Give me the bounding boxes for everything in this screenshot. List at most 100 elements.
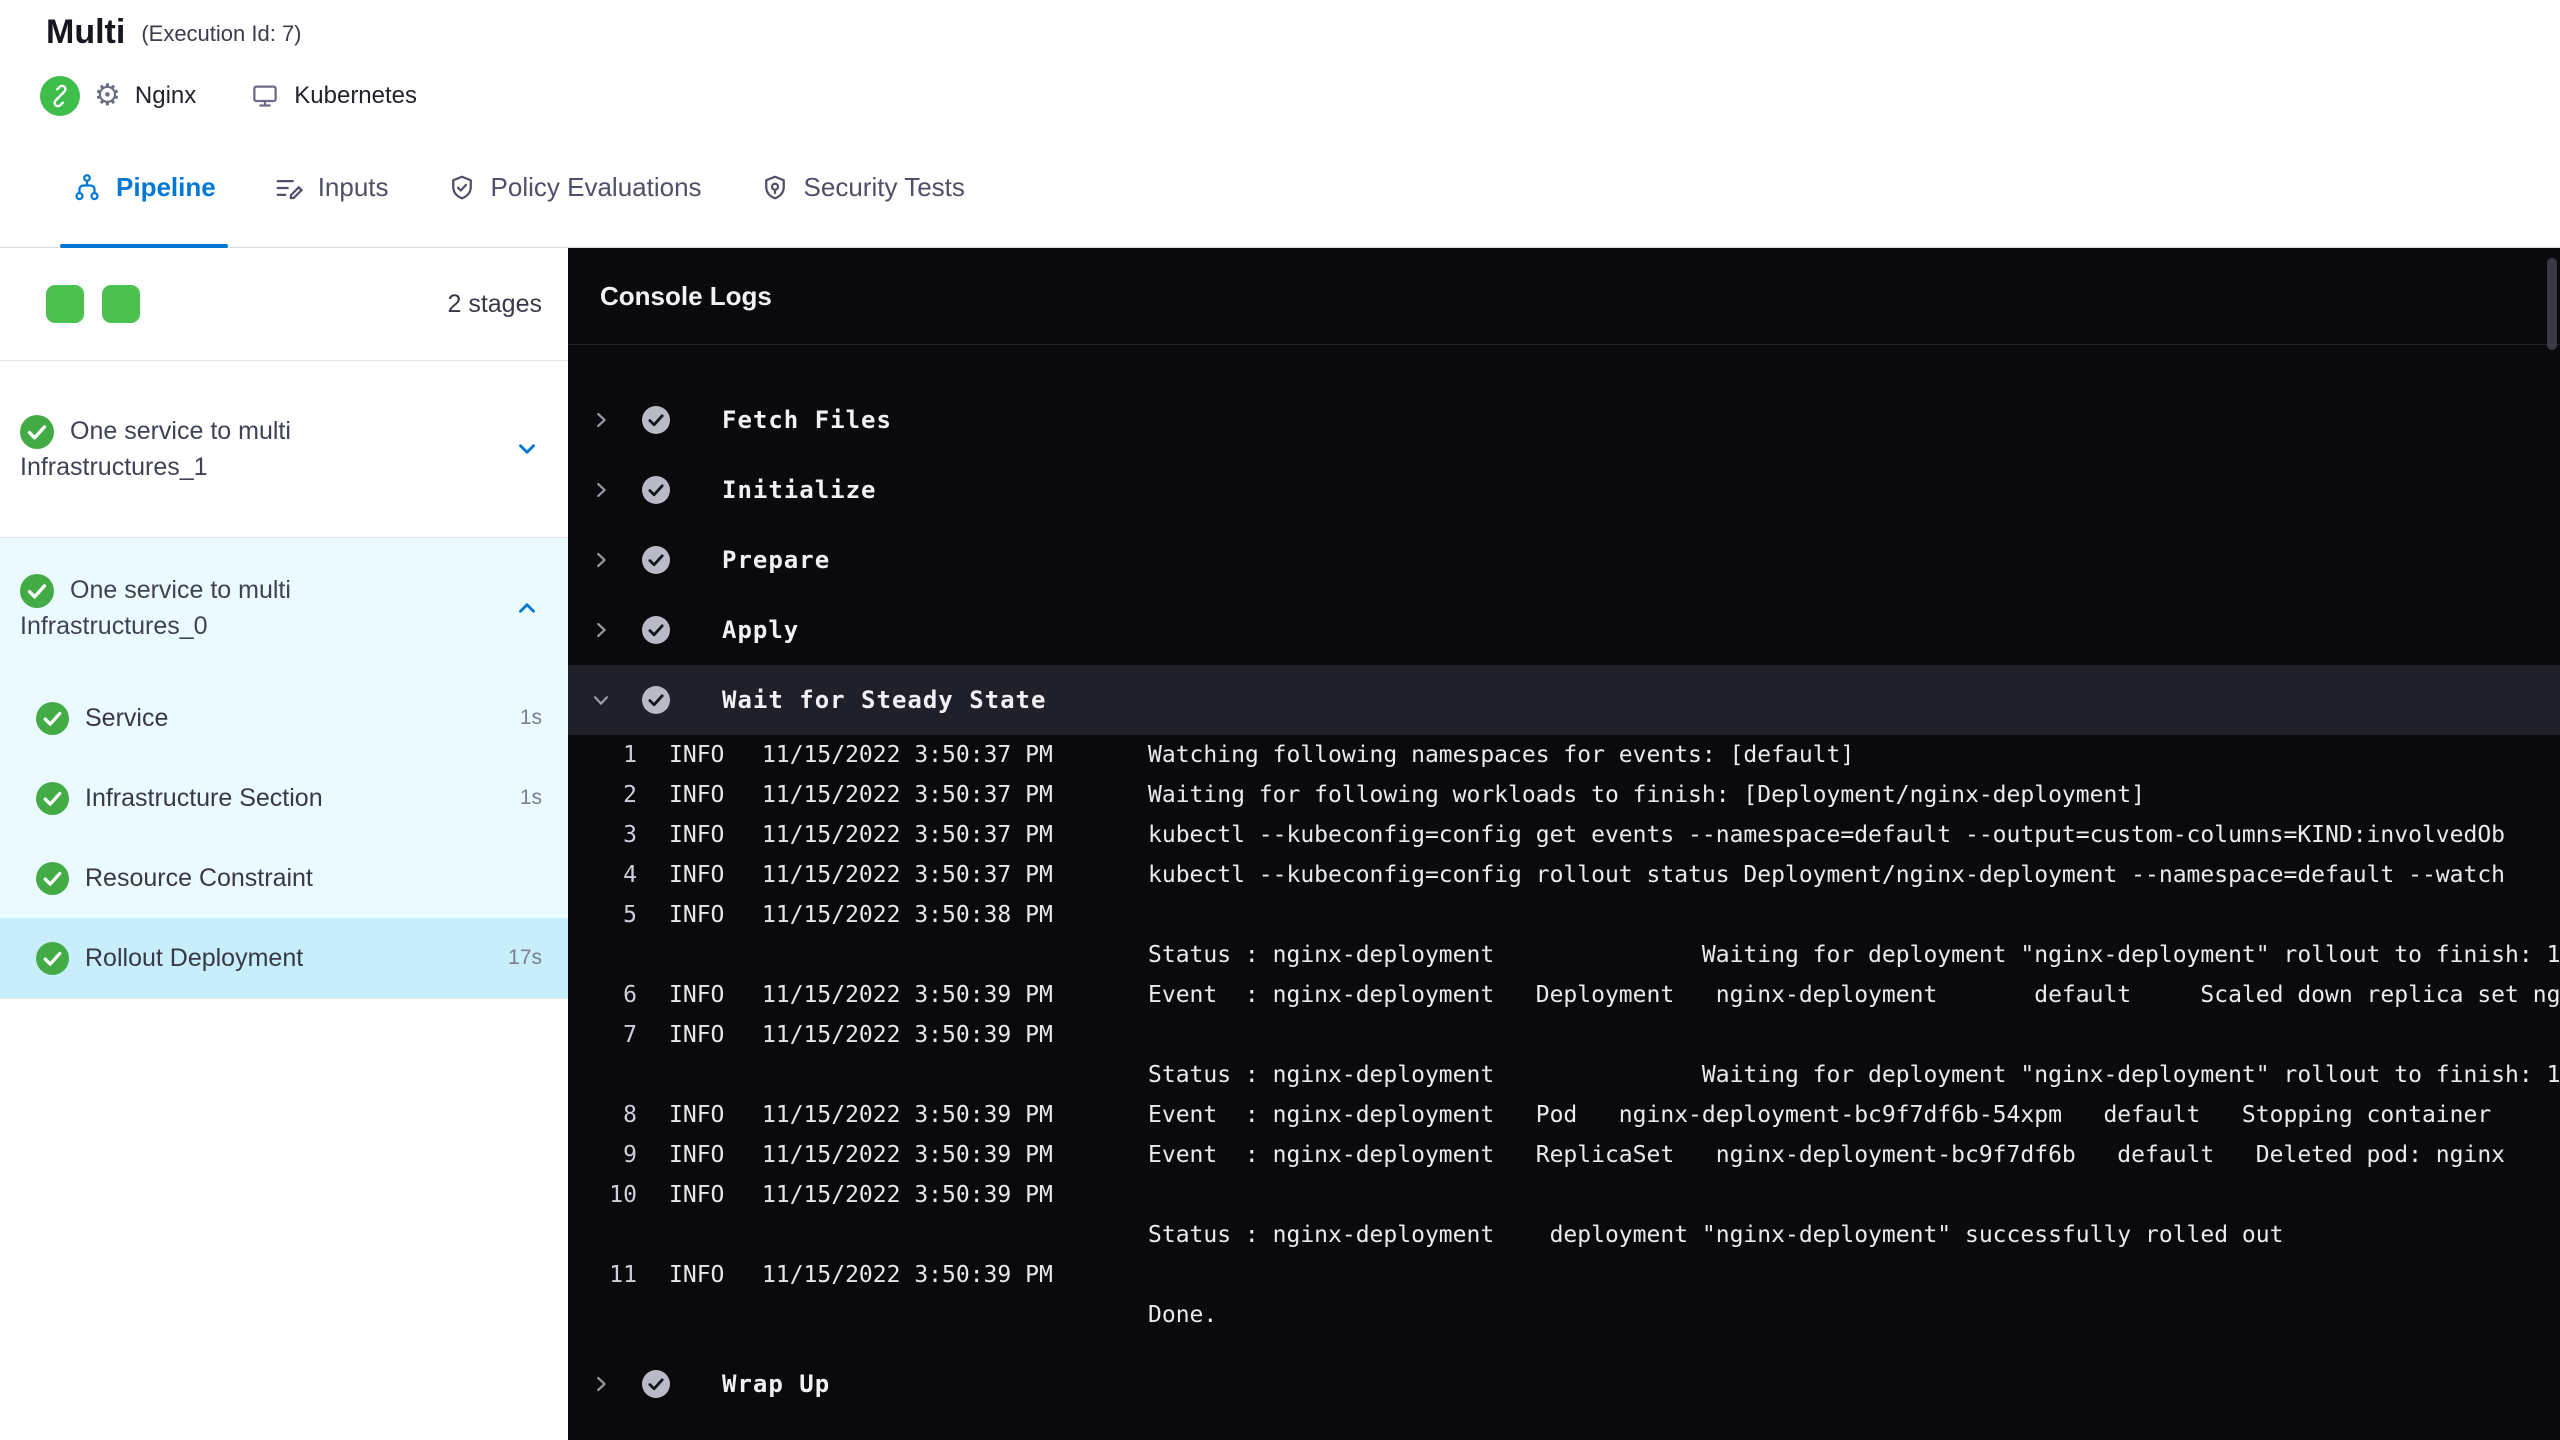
stage-card-infrastructures-0[interactable]: One service to multi Infrastructures_0 S…	[0, 538, 568, 999]
log-line-number: 3	[623, 822, 637, 848]
step-label: Service	[85, 703, 169, 732]
step-success-icon	[642, 406, 670, 434]
console-step-row[interactable]: Apply	[568, 595, 2560, 665]
stages-summary: 2 stages	[0, 248, 568, 361]
log-message: Waiting for following workloads to finis…	[1148, 782, 2145, 808]
log-timestamp: 11/15/2022 3:50:39 PM	[762, 1102, 1053, 1128]
console-step-row[interactable]: Prepare	[568, 525, 2560, 595]
console-step-label: Prepare	[722, 546, 831, 574]
tab-label: Inputs	[317, 172, 389, 202]
log-line-number	[568, 1055, 637, 1095]
log-line-number: 2	[623, 782, 637, 808]
chevron-up-icon[interactable]	[508, 589, 546, 627]
log-line: 9 INFO 11/15/2022 3:50:39 PM Event : ngi…	[568, 1135, 2560, 1175]
gear-icon: ⚙	[94, 79, 121, 112]
log-level: INFO	[669, 822, 725, 848]
log-line-number	[568, 1295, 637, 1335]
log-level: INFO	[669, 862, 725, 888]
console-step-label: Apply	[722, 616, 800, 644]
stage-label: One service to multi Infrastructures_0	[20, 575, 291, 641]
log-level: INFO	[669, 1262, 725, 1288]
tab-label: Pipeline	[116, 172, 216, 202]
console-step-row-expanded[interactable]: Wait for Steady State	[568, 665, 2560, 735]
chevron-right-icon[interactable]	[590, 549, 612, 571]
chevron-down-icon[interactable]	[590, 689, 612, 711]
step-duration: 1s	[519, 786, 542, 809]
log-line-number: 7	[623, 1022, 637, 1048]
infrastructure-name[interactable]: Kubernetes	[294, 82, 417, 110]
log-message	[1148, 1175, 2560, 1215]
stage-header[interactable]: One service to multi Infrastructures_0	[0, 538, 568, 678]
console-step-label: Initialize	[722, 476, 877, 504]
log-line: 1 INFO 11/15/2022 3:50:37 PM Watching fo…	[568, 735, 2560, 775]
step-duration: 1s	[519, 706, 542, 729]
log-level: INFO	[669, 1022, 725, 1048]
stage-card-infrastructures-1[interactable]: One service to multi Infrastructures_1	[0, 361, 568, 538]
step-success-icon	[642, 686, 670, 714]
log-level: INFO	[669, 982, 725, 1008]
chevron-right-icon[interactable]	[590, 479, 612, 501]
log-message: Event : nginx-deployment Deployment ngin…	[1148, 982, 2560, 1008]
log-message: Status : nginx-deployment Waiting for de…	[1148, 942, 2560, 968]
chevron-down-icon[interactable]	[508, 430, 546, 468]
log-timestamp: 11/15/2022 3:50:39 PM	[762, 1262, 1053, 1288]
step-row[interactable]: Service 1s	[0, 678, 568, 758]
chevron-right-icon[interactable]	[590, 409, 612, 431]
step-row[interactable]: Rollout Deployment 17s	[0, 918, 568, 998]
chevron-right-icon[interactable]	[590, 1373, 612, 1395]
console-step-label: Wrap Up	[722, 1370, 831, 1398]
log-timestamp: 11/15/2022 3:50:37 PM	[762, 862, 1053, 888]
log-timestamp: 11/15/2022 3:50:37 PM	[762, 742, 1053, 768]
log-timestamp	[762, 1295, 1148, 1335]
console-step-row[interactable]: Wrap Up	[568, 1349, 2560, 1419]
log-timestamp	[762, 1215, 1148, 1255]
stage-square-icon	[102, 285, 140, 323]
service-name[interactable]: Nginx	[135, 82, 196, 110]
log-message: kubectl --kubeconfig=config get events -…	[1148, 822, 2506, 848]
console-scrollbar-thumb[interactable]	[2547, 258, 2557, 350]
log-message	[1148, 895, 2560, 935]
log-line-number	[568, 935, 637, 975]
tab-label: Policy Evaluations	[490, 172, 702, 202]
log-timestamp: 11/15/2022 3:50:37 PM	[762, 822, 1053, 848]
step-label: Infrastructure Section	[85, 783, 323, 812]
header: Multi (Execution Id: 7) ⚙ Nginx Kubernet…	[0, 0, 2560, 248]
log-line-number: 4	[623, 862, 637, 888]
stage-header[interactable]: One service to multi Infrastructures_1	[0, 361, 568, 537]
log-line: 4 INFO 11/15/2022 3:50:37 PM kubectl --k…	[568, 855, 2560, 895]
tab-label: Security Tests	[803, 172, 965, 202]
log-message: kubectl --kubeconfig=config rollout stat…	[1148, 862, 2506, 888]
log-line: Status : nginx-deployment Waiting for de…	[568, 1055, 2560, 1095]
stage-status-squares	[46, 285, 140, 323]
chevron-right-icon[interactable]	[590, 619, 612, 641]
console-step-row[interactable]: Fetch Files	[568, 385, 2560, 455]
log-level: INFO	[669, 1102, 725, 1128]
console-header: Console Logs	[568, 248, 2560, 345]
log-line-number	[568, 1215, 637, 1255]
log-message: Done.	[1148, 1302, 1218, 1328]
step-success-icon	[642, 1370, 670, 1398]
log-timestamp: 11/15/2022 3:50:39 PM	[762, 982, 1053, 1008]
step-row[interactable]: Infrastructure Section 1s	[0, 758, 568, 838]
step-row[interactable]: Resource Constraint	[0, 838, 568, 918]
tab-inputs[interactable]: Inputs	[252, 128, 411, 248]
log-level: INFO	[669, 1142, 725, 1168]
step-label: Resource Constraint	[85, 863, 313, 892]
console-body: Fetch Files Initialize Prepare Apply Wai…	[568, 345, 2560, 1419]
security-shield-icon	[764, 175, 785, 199]
log-line: 10 INFO 11/15/2022 3:50:39 PM	[568, 1175, 2560, 1215]
console-step-row[interactable]: Initialize	[568, 455, 2560, 525]
log-line-number: 8	[623, 1102, 637, 1128]
log-level: INFO	[669, 1182, 725, 1208]
tab-policy-evaluations[interactable]: Policy Evaluations	[425, 128, 724, 248]
tab-pipeline[interactable]: Pipeline	[50, 128, 238, 248]
tab-security-tests[interactable]: Security Tests	[738, 128, 987, 248]
log-level	[669, 1295, 762, 1335]
tab-bar: Pipeline Inputs Policy Evaluations Secur…	[0, 128, 2560, 248]
log-line: Status : nginx-deployment deployment "ng…	[568, 1215, 2560, 1255]
log-line: 11 INFO 11/15/2022 3:50:39 PM	[568, 1255, 2560, 1295]
log-message: Status : nginx-deployment Waiting for de…	[1148, 1062, 2560, 1088]
step-list: Service 1s Infrastructure Section 1s Res…	[0, 678, 568, 998]
stage-square-icon	[46, 285, 84, 323]
log-lines: 1 INFO 11/15/2022 3:50:37 PM Watching fo…	[568, 735, 2560, 1335]
